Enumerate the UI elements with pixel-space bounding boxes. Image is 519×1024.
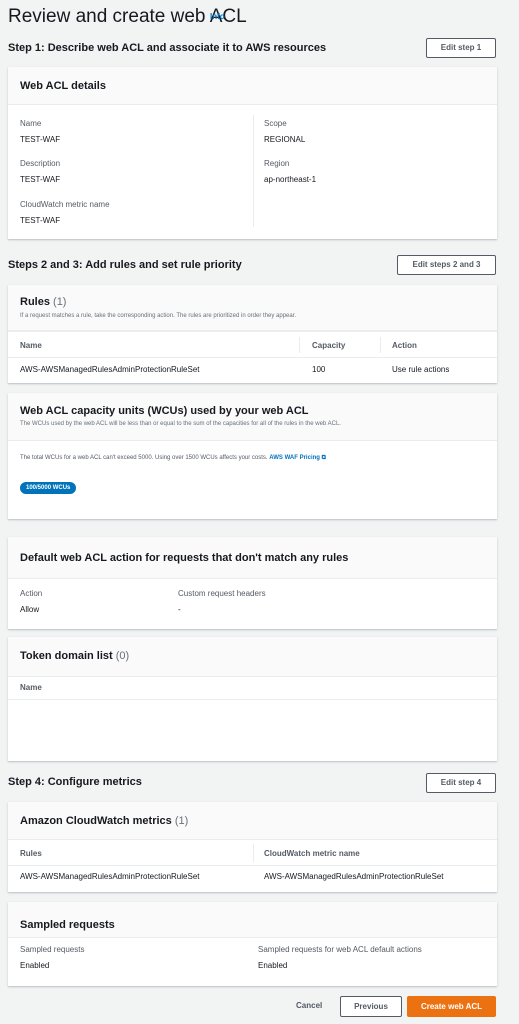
cloudwatch-metrics-title: Amazon CloudWatch metrics (1)	[20, 815, 189, 827]
metric-value: TEST-WAF	[20, 216, 61, 225]
rule-action-cell: Use rule actions	[392, 365, 450, 374]
sampled-requests-label: Sampled requests	[20, 945, 85, 954]
default-action-card: Default web ACL action for requests that…	[8, 537, 497, 629]
metric-label: CloudWatch metric name	[20, 200, 110, 209]
edit-step4-button[interactable]: Edit step 4	[426, 773, 496, 793]
description-label: Description	[20, 159, 61, 168]
rule-capacity-cell: 100	[312, 365, 326, 374]
wcu-badge: 100/5000 WCUs	[20, 482, 77, 494]
name-label: Name	[20, 119, 42, 128]
step1-title: Step 1: Describe web ACL and associate i…	[8, 42, 327, 54]
default-action-title: Default web ACL action for requests that…	[20, 552, 349, 564]
metrics-count: (1)	[174, 815, 189, 827]
col-rules-header[interactable]: Rules	[20, 849, 42, 858]
col-action-header[interactable]: Action	[392, 341, 417, 350]
scope-label: Scope	[264, 119, 287, 128]
region-value: ap-northeast-1	[264, 175, 317, 184]
metric-rule-cell: AWS-AWSManagedRulesAdminProtectionRuleSe…	[20, 872, 200, 881]
web-acl-details-card: Web ACL details Name TEST-WAF Descriptio…	[8, 67, 497, 239]
rule-name-cell: AWS-AWSManagedRulesAdminProtectionRuleSe…	[20, 365, 200, 374]
rules-title: Rules (1)	[20, 296, 67, 308]
web-acl-details-title: Web ACL details	[20, 80, 106, 92]
rules-description: If a request matches a rule, take the co…	[20, 313, 297, 319]
rules-card: Rules (1) If a request matches a rule, t…	[8, 285, 497, 383]
step23-title: Steps 2 and 3: Add rules and set rule pr…	[8, 259, 242, 271]
cloudwatch-metrics-card: Amazon CloudWatch metrics (1) Rules Clou…	[8, 802, 497, 892]
info-link[interactable]: Info	[210, 12, 225, 21]
external-link-icon: ⧉	[321, 455, 326, 461]
headers-value: -	[178, 605, 181, 614]
token-domain-card: Token domain list (0) Name	[8, 637, 497, 761]
wcu-title: Web ACL capacity units (WCUs) used by yo…	[20, 405, 309, 417]
edit-step1-button[interactable]: Edit step 1	[426, 38, 496, 58]
cancel-button[interactable]: Cancel	[296, 1001, 322, 1010]
col-capacity-header[interactable]: Capacity	[312, 341, 345, 350]
headers-label: Custom request headers	[178, 589, 266, 598]
previous-button[interactable]: Previous	[340, 996, 402, 1017]
sampled-default-value: Enabled	[258, 961, 288, 970]
sampled-requests-card: Sampled requests Sampled requests Enable…	[8, 902, 497, 986]
metric-name-cell: AWS-AWSManagedRulesAdminProtectionRuleSe…	[264, 872, 444, 881]
token-domain-title: Token domain list (0)	[20, 650, 130, 662]
step4-title: Step 4: Configure metrics	[8, 776, 142, 788]
wcu-note: The total WCUs for a web ACL can't excee…	[20, 455, 326, 461]
col-metric-name-header[interactable]: CloudWatch metric name	[264, 849, 360, 858]
scope-value: REGIONAL	[264, 135, 306, 144]
description-value: TEST-WAF	[20, 175, 61, 184]
region-label: Region	[264, 159, 290, 168]
aws-waf-pricing-link[interactable]: AWS WAF Pricing	[269, 455, 320, 461]
token-name-header[interactable]: Name	[20, 683, 42, 692]
action-value: Allow	[20, 605, 40, 614]
sampled-requests-title: Sampled requests	[20, 919, 115, 931]
create-web-acl-button[interactable]: Create web ACL	[407, 996, 496, 1017]
name-value: TEST-WAF	[20, 135, 61, 144]
token-domain-count: (0)	[115, 650, 130, 662]
col-name-header[interactable]: Name	[20, 341, 42, 350]
rules-count: (1)	[53, 296, 67, 308]
edit-steps23-button[interactable]: Edit steps 2 and 3	[397, 255, 496, 275]
wcu-description: The WCUs used by the web ACL will be les…	[20, 421, 341, 427]
column-divider	[253, 115, 254, 227]
wcu-card: Web ACL capacity units (WCUs) used by yo…	[8, 393, 497, 519]
sampled-requests-value: Enabled	[20, 961, 50, 970]
sampled-default-label: Sampled requests for web ACL default act…	[258, 945, 422, 954]
action-label: Action	[20, 589, 43, 598]
